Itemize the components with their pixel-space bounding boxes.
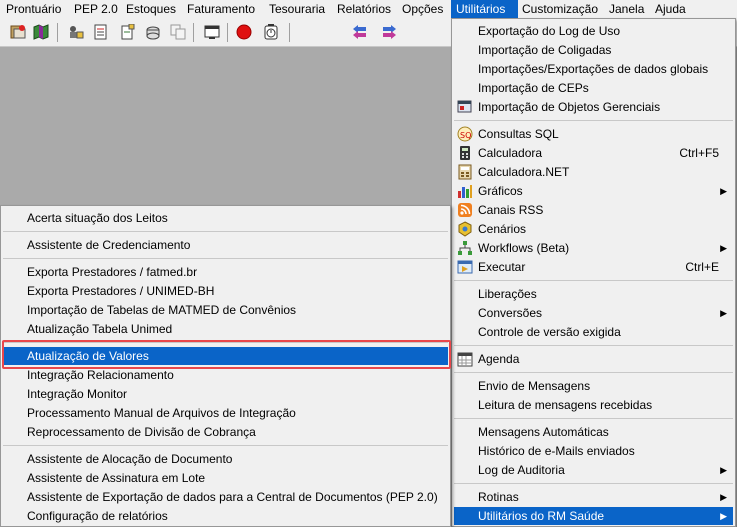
- document-edit-icon[interactable]: [120, 23, 136, 40]
- menu-customizacao[interactable]: Customização: [517, 0, 603, 18]
- submenu-arrow-icon: ▶: [720, 511, 727, 521]
- menu-item-graficos[interactable]: Gráficos ▶: [454, 182, 733, 200]
- document-list-icon[interactable]: [92, 24, 108, 40]
- menu-item-reprocessamento-cobranca[interactable]: Reprocessamento de Divisão de Cobrança: [3, 423, 448, 441]
- menu-item-envio-mensagens[interactable]: Envio de Mensagens: [454, 377, 733, 395]
- menu-janela[interactable]: Janela: [604, 0, 649, 18]
- menu-separator: [3, 231, 448, 232]
- shortcut-label: Ctrl+F5: [679, 146, 719, 160]
- menu-item-processamento-manual[interactable]: Processamento Manual de Arquivos de Inte…: [3, 404, 448, 422]
- execute-icon: [457, 259, 473, 275]
- menu-separator: [454, 345, 733, 346]
- menu-relatorios[interactable]: Relatórios: [332, 0, 396, 18]
- menu-item-importacao-objetos[interactable]: Importação de Objetos Gerenciais: [454, 98, 733, 116]
- menu-item-utilitarios-rm-saude[interactable]: Utilitários do RM Saúde ▶: [454, 507, 733, 525]
- menu-tesouraria[interactable]: Tesouraria: [264, 0, 330, 18]
- menu-item-exportacao-central[interactable]: Assistente de Exportação de dados para a…: [3, 488, 448, 506]
- menu-item-importacao-coligadas[interactable]: Importação de Coligadas: [454, 41, 733, 59]
- menu-item-importacao-matmed[interactable]: Importação de Tabelas de MATMED de Convê…: [3, 301, 448, 319]
- menu-item-liberacoes[interactable]: Liberações: [454, 285, 733, 303]
- menu-prontuario[interactable]: Prontuário: [1, 0, 66, 18]
- rss-icon: [457, 202, 473, 218]
- menu-item-consultas-sql[interactable]: SQ Consultas SQL: [454, 125, 733, 143]
- menu-separator: [454, 280, 733, 281]
- svg-text:SQ: SQ: [460, 131, 471, 140]
- menu-item-canais-rss[interactable]: Canais RSS: [454, 201, 733, 219]
- menu-item-controle-versao[interactable]: Controle de versão exigida: [454, 323, 733, 341]
- menu-item-conversoes[interactable]: Conversões ▶: [454, 304, 733, 322]
- menu-item-alocacao-documento[interactable]: Assistente de Alocação de Documento: [3, 450, 448, 468]
- menu-item-assinatura-lote[interactable]: Assistente de Assinatura em Lote: [3, 469, 448, 487]
- menu-item-assistente-credenciamento[interactable]: Assistente de Credenciamento: [3, 236, 448, 254]
- menu-separator: [454, 483, 733, 484]
- menu-item-exporta-fatmed[interactable]: Exporta Prestadores / fatmed.br: [3, 263, 448, 281]
- menu-item-atualizacao-unimed[interactable]: Atualização Tabela Unimed: [3, 320, 448, 338]
- menu-estoques[interactable]: Estoques: [121, 0, 181, 18]
- menu-item-exporta-unimed-bh[interactable]: Exporta Prestadores / UNIMED-BH: [3, 282, 448, 300]
- menu-separator: [454, 418, 733, 419]
- stop-record-icon[interactable]: [236, 24, 252, 40]
- menu-ajuda[interactable]: Ajuda: [650, 0, 691, 18]
- menu-item-importacao-ceps[interactable]: Importação de CEPs: [454, 79, 733, 97]
- menu-separator: [3, 258, 448, 259]
- scenarios-icon: [457, 221, 473, 237]
- menu-item-integracao-monitor[interactable]: Integração Monitor: [3, 385, 448, 403]
- menu-item-rotinas[interactable]: Rotinas ▶: [454, 488, 733, 506]
- menu-bar: Prontuário PEP 2.0 Estoques Faturamento …: [0, 0, 737, 18]
- menu-item-exportacao-log[interactable]: Exportação do Log de Uso: [454, 22, 733, 40]
- menu-item-configuracao-relatorios[interactable]: Configuração de relatórios: [3, 507, 448, 525]
- menu-opcoes[interactable]: Opções: [397, 0, 448, 18]
- window-icon[interactable]: [204, 24, 220, 40]
- submenu-arrow-icon: ▶: [720, 186, 727, 196]
- menu-separator: [454, 120, 733, 121]
- menu-item-log-auditoria[interactable]: Log de Auditoria ▶: [454, 461, 733, 479]
- toolbar-separator: [57, 23, 58, 42]
- selection-annotation-box: [2, 340, 451, 369]
- calculator-icon: [457, 145, 473, 161]
- submenu-arrow-icon: ▶: [720, 308, 727, 318]
- clock-icon[interactable]: [263, 24, 279, 40]
- copy-icon[interactable]: [170, 24, 186, 40]
- menu-item-acerta-leitos[interactable]: Acerta situação dos Leitos: [3, 209, 448, 227]
- menu-utilitarios[interactable]: Utilitários: [451, 0, 518, 18]
- sql-icon: SQ: [457, 126, 473, 142]
- calculator-net-icon: [457, 164, 473, 180]
- menu-separator: [454, 372, 733, 373]
- workflow-icon: [457, 240, 473, 256]
- agenda-icon: [457, 351, 473, 367]
- toolbar-separator: [289, 23, 290, 42]
- menu-item-workflows[interactable]: Workflows (Beta) ▶: [454, 239, 733, 257]
- submenu-arrow-icon: ▶: [720, 492, 727, 502]
- menu-item-calculadora-net[interactable]: Calculadora.NET: [454, 163, 733, 181]
- menu-item-executar[interactable]: Executar Ctrl+E: [454, 258, 733, 276]
- menu-item-cenarios[interactable]: Cenários: [454, 220, 733, 238]
- forward-arrows-icon[interactable]: [381, 24, 397, 40]
- objects-icon: [457, 99, 473, 115]
- menu-pep[interactable]: PEP 2.0: [69, 0, 123, 18]
- menu-item-historico-emails[interactable]: Histórico de e-Mails enviados: [454, 442, 733, 460]
- menu-item-leitura-mensagens[interactable]: Leitura de mensagens recebidas: [454, 396, 733, 414]
- stack-icon[interactable]: [145, 24, 161, 40]
- patient-records-icon[interactable]: [10, 24, 26, 40]
- utilitarios-menu: Exportação do Log de Uso Importação de C…: [451, 18, 736, 527]
- menu-item-importacoes-globais[interactable]: Importações/Exportações de dados globais: [454, 60, 733, 78]
- menu-item-calculadora[interactable]: Calculadora Ctrl+F5: [454, 144, 733, 162]
- toolbar-separator: [193, 23, 194, 42]
- map-icon[interactable]: [33, 24, 49, 40]
- back-arrows-icon[interactable]: [352, 24, 368, 40]
- menu-faturamento[interactable]: Faturamento: [182, 0, 260, 18]
- shortcut-label: Ctrl+E: [685, 260, 719, 274]
- toolbar-separator: [227, 23, 228, 42]
- users-settings-icon[interactable]: [68, 24, 84, 40]
- chart-icon: [457, 183, 473, 199]
- menu-separator: [3, 445, 448, 446]
- menu-item-mensagens-automaticas[interactable]: Mensagens Automáticas: [454, 423, 733, 441]
- menu-item-agenda[interactable]: Agenda: [454, 350, 733, 368]
- submenu-arrow-icon: ▶: [720, 465, 727, 475]
- submenu-arrow-icon: ▶: [720, 243, 727, 253]
